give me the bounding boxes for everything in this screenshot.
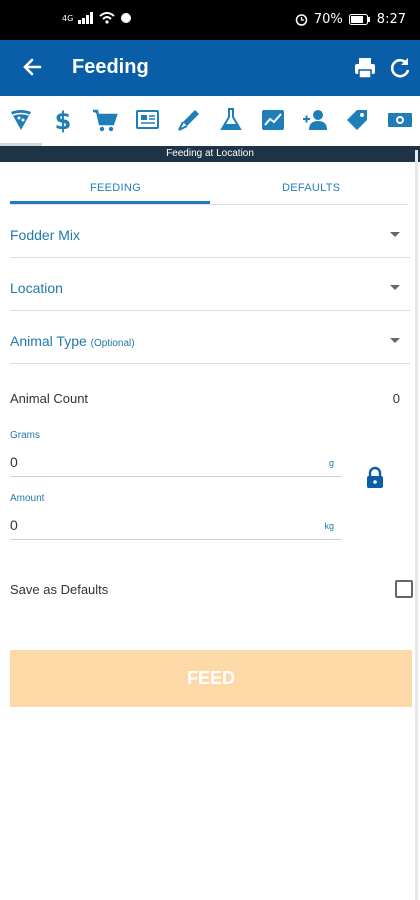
news-tab-icon-button[interactable]	[133, 106, 161, 134]
refresh-button[interactable]	[387, 55, 413, 81]
grams-unit: g	[328, 458, 334, 468]
app-bar: Feeding	[0, 40, 420, 96]
fodder-mix-dropdown[interactable]: Fodder Mix	[10, 205, 410, 258]
sales-tab-icon-button[interactable]	[386, 106, 414, 134]
flask-icon	[220, 108, 242, 130]
tab-feeding[interactable]: FEEDING	[90, 182, 141, 194]
newspaper-icon	[136, 110, 159, 129]
amount-value: 0	[10, 517, 18, 533]
amount-input[interactable]: 0 kg	[10, 515, 342, 540]
save-defaults-checkbox[interactable]	[395, 580, 413, 598]
fodder-mix-label: Fodder Mix	[10, 227, 81, 243]
battery-icon	[348, 14, 370, 25]
network-type: 4G	[62, 13, 74, 23]
amount-unit: kg	[324, 521, 334, 531]
page-title: Feeding	[72, 56, 149, 78]
printer-icon	[355, 58, 375, 79]
status-left: 4G	[62, 12, 132, 24]
chevron-down-icon	[390, 338, 400, 343]
save-defaults-label: Save as Defaults	[10, 582, 109, 597]
status-right: 70% 8:27	[295, 12, 406, 27]
animal-type-text: Animal Type	[10, 333, 87, 349]
syringe-icon	[178, 110, 199, 131]
clock: 8:27	[376, 12, 406, 27]
location-dropdown[interactable]: Location	[10, 258, 410, 311]
optional-hint: (Optional)	[90, 338, 135, 349]
feeding-tab-icon-button[interactable]	[7, 106, 35, 134]
animal-type-label: Animal Type (Optional)	[10, 333, 135, 349]
lock-icon	[367, 466, 383, 488]
signal-icon	[78, 12, 94, 24]
category-icon-bar: $	[0, 96, 420, 146]
notification-icon	[121, 13, 132, 23]
lock-toggle[interactable]	[365, 466, 385, 490]
wifi-icon	[99, 12, 115, 24]
animal-count-value: 0	[392, 391, 400, 406]
chevron-down-icon	[390, 232, 400, 237]
grams-label: Grams	[10, 430, 40, 441]
svg-text:$: $	[55, 107, 72, 134]
active-tab-indicator	[10, 201, 210, 204]
back-button[interactable]	[20, 54, 46, 80]
tab-bar: FEEDING DEFAULTS	[10, 170, 408, 205]
alarm-icon	[295, 14, 308, 26]
status-bar: 4G 70% 8:27	[0, 0, 420, 40]
purchase-tab-icon-button[interactable]	[91, 106, 119, 134]
refresh-icon	[390, 58, 410, 78]
feed-button[interactable]: FEED	[10, 650, 412, 707]
reports-tab-icon-button[interactable]	[259, 106, 287, 134]
chevron-down-icon	[390, 285, 400, 290]
tag-icon	[347, 110, 367, 130]
lab-tab-icon-button[interactable]	[217, 106, 245, 134]
grams-input[interactable]: 0 g	[10, 452, 342, 477]
amount-label: Amount	[10, 493, 45, 504]
animal-count-label: Animal Count	[10, 391, 89, 406]
grams-value: 0	[10, 454, 18, 470]
pizza-slice-icon	[11, 110, 31, 130]
finance-tab-icon-button[interactable]: $	[49, 106, 77, 135]
users-tab-icon-button[interactable]	[301, 106, 329, 134]
user-add-icon	[303, 110, 327, 130]
tags-tab-icon-button[interactable]	[343, 106, 371, 134]
cart-icon	[93, 109, 118, 132]
context-banner: Feeding at Location	[0, 146, 420, 162]
print-button[interactable]	[352, 55, 378, 81]
dollar-icon: $	[55, 107, 72, 135]
chart-line-icon	[262, 110, 284, 130]
location-label: Location	[10, 280, 63, 296]
money-bill-icon	[388, 113, 412, 127]
scrollbar[interactable]	[415, 150, 418, 900]
arrow-left-icon	[23, 58, 42, 76]
animal-type-dropdown[interactable]: Animal Type (Optional)	[10, 311, 410, 364]
health-tab-icon-button[interactable]	[175, 106, 203, 134]
battery-percent: 70%	[313, 12, 343, 27]
tab-defaults[interactable]: DEFAULTS	[282, 182, 340, 194]
